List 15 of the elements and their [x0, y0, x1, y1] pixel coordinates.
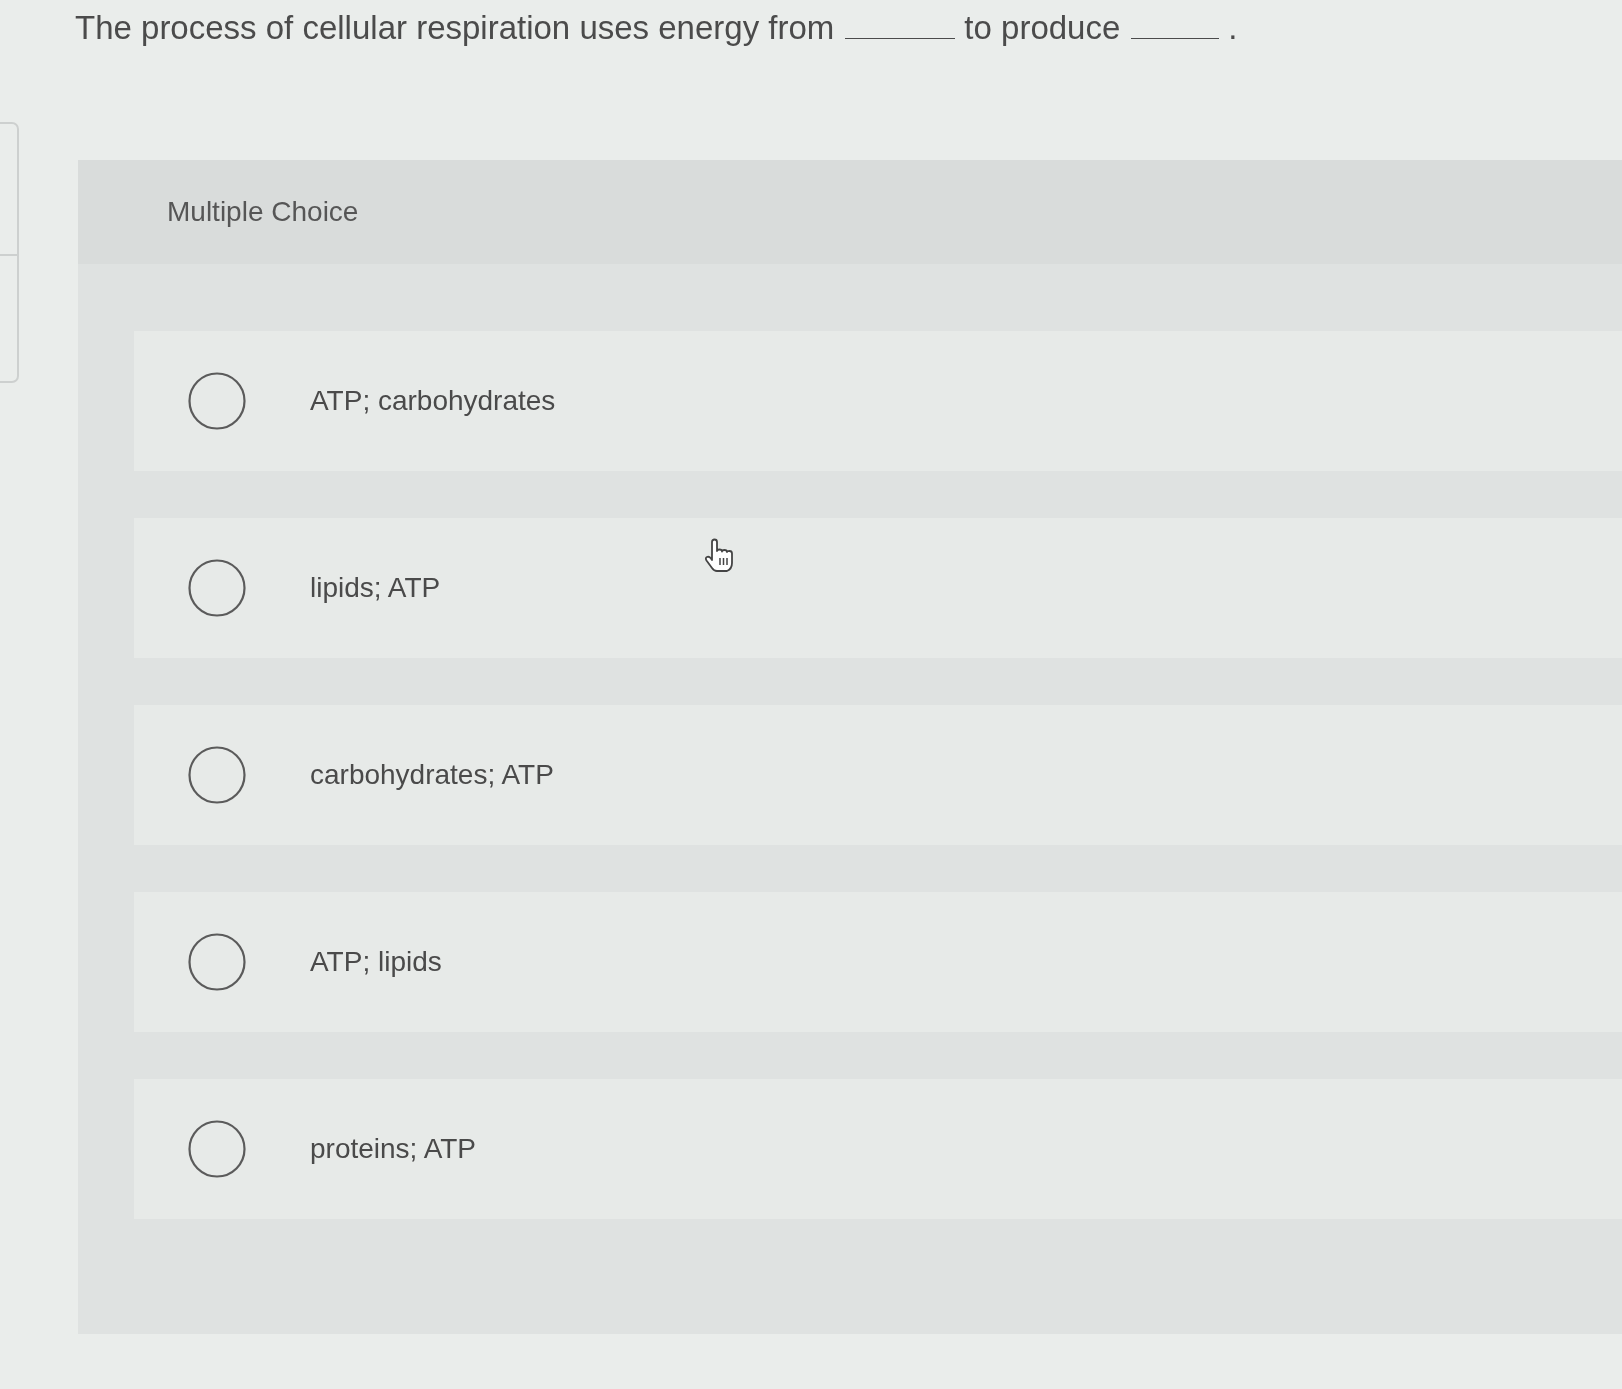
hand-cursor-icon — [703, 538, 735, 574]
option-label: ATP; lipids — [310, 946, 442, 978]
radio-button[interactable] — [188, 372, 246, 430]
question-type-label: Multiple Choice — [167, 196, 359, 228]
option-label: lipids; ATP — [310, 572, 441, 604]
option-label: proteins; ATP — [310, 1133, 476, 1165]
option-label: ATP; carbohydrates — [310, 385, 556, 417]
radio-button[interactable] — [188, 1120, 246, 1178]
question-text: . — [1228, 9, 1238, 47]
question-text: The process of cellular respiration uses energy from — [75, 9, 835, 47]
radio-button[interactable] — [188, 746, 246, 804]
radio-button[interactable] — [188, 559, 246, 617]
option-label: carbohydrates; ATP — [310, 759, 554, 791]
question-text: to produce — [964, 9, 1121, 47]
radio-button[interactable] — [188, 933, 246, 991]
